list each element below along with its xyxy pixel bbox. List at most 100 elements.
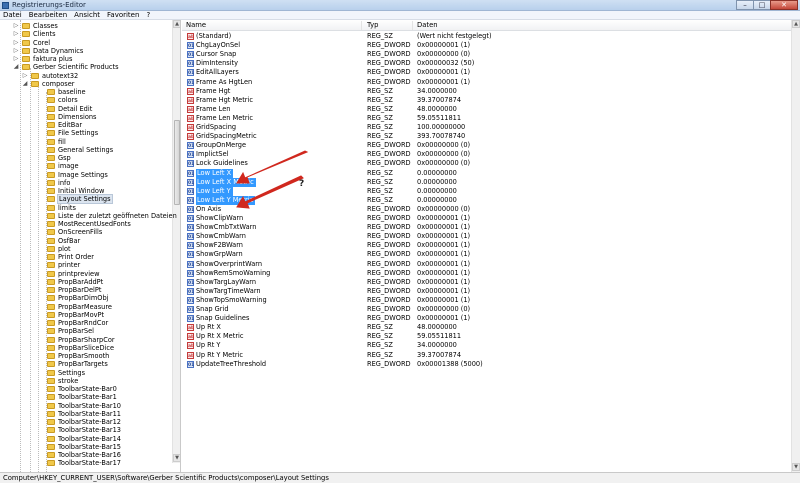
tree-item[interactable]: fill — [0, 138, 172, 146]
tree-item[interactable]: ▷ faktura plus — [0, 55, 172, 63]
close-button[interactable]: ✕ — [770, 0, 798, 10]
registry-value-row[interactable]: 01 ImplictSel REG_DWORD 0x00000000 (0) — [182, 150, 800, 159]
maximize-button[interactable]: □ — [753, 0, 771, 10]
tree-item[interactable]: PropBarSharpCor — [0, 336, 172, 344]
tree-item[interactable]: ToolbarState-Bar16 — [0, 451, 172, 459]
tree-item[interactable]: Initial Window — [0, 187, 172, 195]
registry-value-row[interactable]: 01 ChgLayOnSel REG_DWORD 0x00000001 (1) — [182, 41, 800, 50]
tree-item[interactable]: MostRecentUsedFonts — [0, 220, 172, 228]
tree-item[interactable]: ▷ Corel — [0, 39, 172, 47]
column-header-name[interactable]: Name — [182, 21, 362, 30]
tree-item[interactable]: OnScreenFills — [0, 228, 172, 236]
menu-file[interactable]: Datei — [0, 11, 26, 19]
registry-value-row[interactable]: 01 Low Left X Metric REG_SZ 0.00000000 — [182, 177, 800, 187]
tree-vertical-scrollbar[interactable]: ▲ ▼ — [172, 20, 180, 463]
collapse-arrow-icon[interactable]: ◢ — [22, 80, 28, 87]
registry-value-row[interactable]: ab GridSpacingMetric REG_SZ 393.70078740 — [182, 132, 800, 141]
tree-item[interactable]: EditBar — [0, 121, 172, 129]
tree-item[interactable]: PropBarAddPt — [0, 278, 172, 286]
registry-value-row[interactable]: 01 ShowGrpWarn REG_DWORD 0x00000001 (1) — [182, 250, 800, 259]
registry-value-row[interactable]: 01 EditAllLayers REG_DWORD 0x00000001 (1) — [182, 68, 800, 77]
menu-favorites[interactable]: Favoriten — [104, 11, 143, 19]
registry-value-row[interactable]: 01 ShowTopSmoWarning REG_DWORD 0x00000001 (… — [182, 296, 800, 305]
registry-value-row[interactable]: ab Up Rt Y REG_SZ 34.0000000 — [182, 341, 800, 350]
tree-item[interactable]: ▷ Classes — [0, 22, 172, 30]
tree-item[interactable]: PropBarSliceDice — [0, 344, 172, 352]
registry-value-row[interactable]: 01 DimIntensity REG_DWORD 0x00000032 (50) — [182, 59, 800, 68]
registry-value-row[interactable]: ab Frame Len Metric REG_SZ 59.05511811 — [182, 114, 800, 123]
values-scroll-down-icon[interactable]: ▼ — [792, 463, 800, 471]
tree-item[interactable]: PropBarSel — [0, 327, 172, 335]
tree-item[interactable]: ◢ Gerber Scientific Products — [0, 63, 172, 71]
tree-item[interactable]: ToolbarState-Bar1 — [0, 393, 172, 401]
tree-item[interactable]: printer — [0, 261, 172, 269]
tree-item[interactable]: ◢ composer — [0, 80, 172, 88]
tree-item[interactable]: File Settings — [0, 129, 172, 137]
expand-arrow-icon[interactable]: ▷ — [13, 56, 19, 62]
tree-item[interactable]: plot — [0, 245, 172, 253]
registry-value-row[interactable]: 01 ShowCmbTxtWarn REG_DWORD 0x00000001 (1) — [182, 223, 800, 232]
tree-item[interactable]: Image Settings — [0, 171, 172, 179]
registry-value-row[interactable]: 01 ShowClipWarn REG_DWORD 0x00000001 (1) — [182, 214, 800, 223]
registry-value-row[interactable]: ab Frame Hgt REG_SZ 34.0000000 — [182, 87, 800, 96]
expand-arrow-icon[interactable]: ▷ — [22, 72, 28, 79]
tree-item[interactable]: ToolbarState-Bar14 — [0, 435, 172, 443]
tree-item[interactable]: PropBarMovPt — [0, 311, 172, 319]
tree-item[interactable]: PropBarDimObj — [0, 294, 172, 302]
tree-item[interactable]: stroke — [0, 377, 172, 385]
tree-item[interactable]: Layout Settings — [0, 194, 172, 205]
registry-value-row[interactable]: 01 ShowF2BWarn REG_DWORD 0x00000001 (1) — [182, 241, 800, 250]
tree-item[interactable]: OsfBar — [0, 237, 172, 245]
tree-item[interactable]: PropBarSmooth — [0, 352, 172, 360]
column-header-type[interactable]: Typ — [363, 21, 413, 30]
tree-item[interactable]: Liste der zuletzt geöffneten Dateien — [0, 212, 177, 220]
registry-value-row[interactable]: 01 ShowOverprintWarn REG_DWORD 0x00000001 (… — [182, 260, 800, 269]
expand-arrow-icon[interactable]: ▷ — [13, 39, 19, 46]
tree-item[interactable]: colors — [0, 96, 172, 104]
expand-arrow-icon[interactable]: ▷ — [13, 31, 19, 37]
tree-item[interactable]: ▷ Data Dynamics — [0, 47, 172, 55]
registry-value-row[interactable]: 01 Snap Grid REG_DWORD 0x00000000 (0) — [182, 305, 800, 314]
registry-value-row[interactable]: 01 Low Left Y REG_SZ 0.00000000 — [182, 186, 800, 196]
minimize-button[interactable]: – — [736, 0, 754, 10]
tree-item[interactable]: Print Order — [0, 253, 172, 261]
registry-value-row[interactable]: 01 ShowRemSmoWarning REG_DWORD 0x00000001 (… — [182, 269, 800, 278]
registry-value-row[interactable]: ab GridSpacing REG_SZ 100.00000000 — [182, 123, 800, 132]
tree-item[interactable]: limits — [0, 204, 172, 212]
tree-scroll-thumb[interactable] — [174, 120, 180, 205]
scroll-down-icon[interactable]: ▼ — [173, 454, 180, 462]
tree-item[interactable]: ToolbarState-Bar15 — [0, 443, 172, 451]
registry-value-row[interactable]: 01 ShowTargLayWarn REG_DWORD 0x00000001 (1) — [182, 278, 800, 287]
menu-help[interactable]: ? — [143, 11, 154, 19]
registry-value-row[interactable]: 01 ShowTargTimeWarn REG_DWORD 0x00000001 (1… — [182, 287, 800, 296]
tree-item[interactable]: ToolbarState-Bar17 — [0, 459, 172, 467]
registry-value-row[interactable]: 01 Lock Guidelines REG_DWORD 0x00000000 (0) — [182, 159, 800, 168]
registry-value-row[interactable]: ab Up Rt X REG_SZ 48.0000000 — [182, 323, 800, 332]
collapse-arrow-icon[interactable]: ◢ — [13, 64, 19, 70]
tree-item[interactable]: ToolbarState-Bar12 — [0, 418, 172, 426]
tree-item[interactable]: General Settings — [0, 146, 172, 154]
tree-item[interactable]: PropBarTargets — [0, 360, 172, 368]
scroll-up-icon[interactable]: ▲ — [173, 20, 180, 28]
registry-value-row[interactable]: 01 Low Left Y Metric REG_SZ 0.00000000 — [182, 195, 800, 205]
tree-item[interactable]: ▷ Clients — [0, 30, 172, 38]
tree-item[interactable]: Detail Edit — [0, 105, 172, 113]
registry-tree[interactable]: ▲ ▼ ◀ ▶ ▷Classes▷Clients▷Corel▷Data Dyna… — [0, 20, 181, 472]
tree-item[interactable]: baseline — [0, 88, 172, 96]
tree-item[interactable]: ToolbarState-Bar0 — [0, 385, 172, 393]
tree-item[interactable]: printpreview — [0, 270, 172, 278]
tree-item[interactable]: ToolbarState-Bar13 — [0, 426, 172, 434]
registry-value-row[interactable]: 01 GroupOnMerge REG_DWORD 0x00000000 (0) — [182, 141, 800, 150]
registry-value-row[interactable]: ab Up Rt X Metric REG_SZ 59.05511811 — [182, 332, 800, 341]
tree-item[interactable]: PropBarRndCor — [0, 319, 172, 327]
registry-value-row[interactable]: 01 Frame As HgtLen REG_DWORD 0x00000001 (1) — [182, 78, 800, 87]
registry-value-row[interactable]: ab Frame Len REG_SZ 48.0000000 — [182, 105, 800, 114]
menu-view[interactable]: Ansicht — [71, 11, 104, 19]
tree-item[interactable]: ToolbarState-Bar10 — [0, 402, 172, 410]
registry-value-row[interactable]: ab Up Rt Y Metric REG_SZ 39.37007874 — [182, 351, 800, 360]
registry-value-row[interactable]: 01 Cursor Snap REG_DWORD 0x00000000 (0) — [182, 50, 800, 59]
tree-item[interactable]: ToolbarState-Bar11 — [0, 410, 172, 418]
tree-item[interactable]: Dimensions — [0, 113, 172, 121]
values-list[interactable]: Name Typ Daten ▲ ▼ ab (Standard) REG_SZ (We… — [182, 20, 800, 472]
registry-value-row[interactable]: ab Frame Hgt Metric REG_SZ 39.37007874 — [182, 96, 800, 105]
